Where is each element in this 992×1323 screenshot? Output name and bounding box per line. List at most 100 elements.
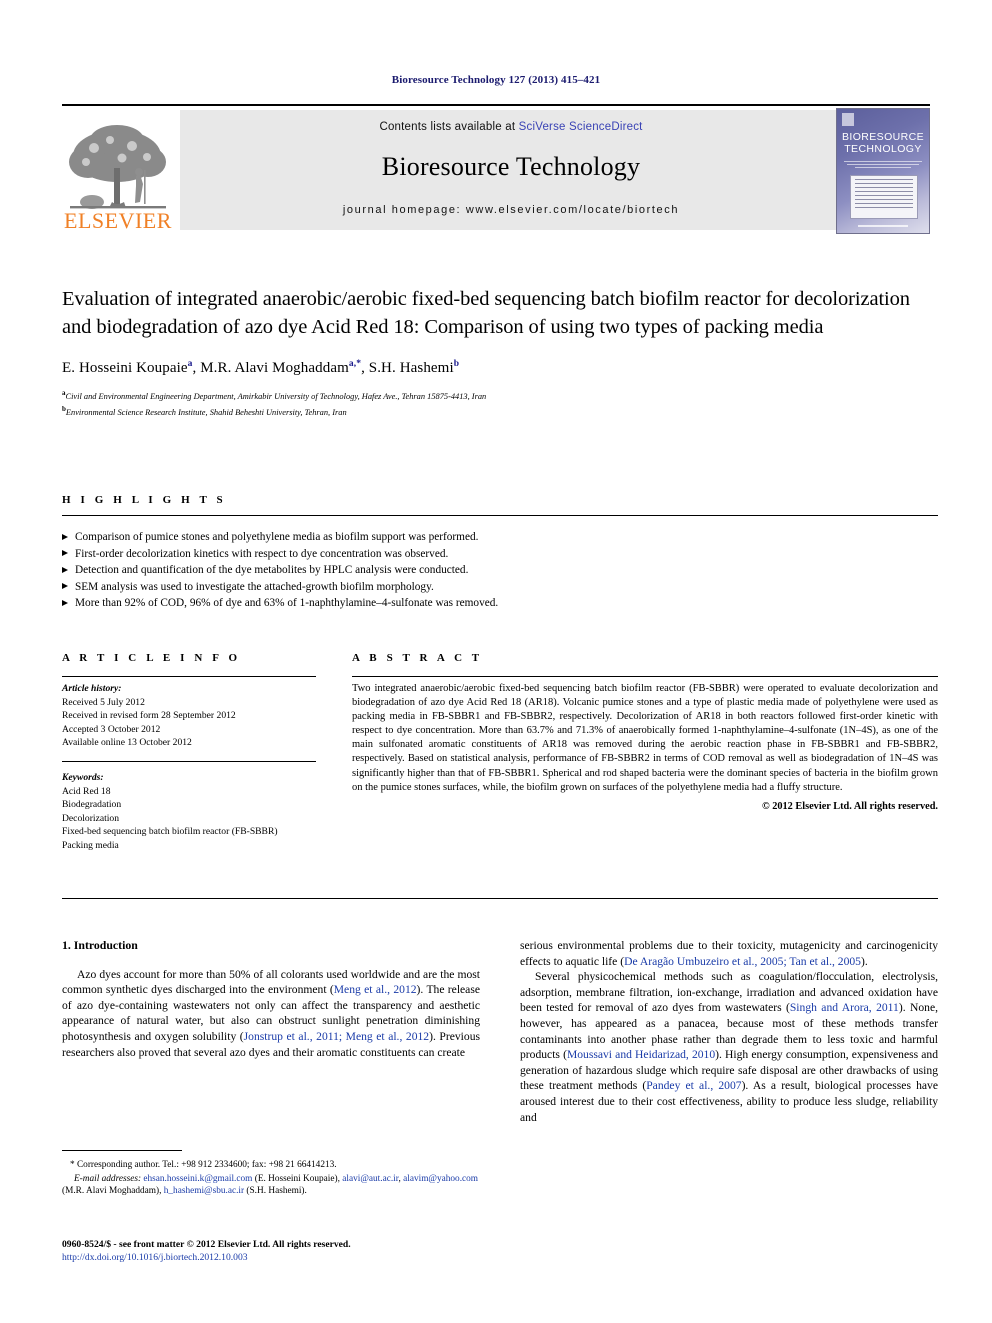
highlight-text: Comparison of pumice stones and polyethy… — [75, 531, 479, 543]
citation-aragao[interactable]: De Aragão Umbuzeiro et al., 2005; Tan et… — [624, 955, 861, 968]
author-3-affil-marker: b — [453, 359, 460, 369]
issn-line: 0960-8524/$ - see front matter © 2012 El… — [62, 1239, 351, 1250]
citation-singh[interactable]: Singh and Arora, 2011 — [790, 1001, 899, 1014]
title-block: Evaluation of integrated anaerobic/aerob… — [62, 285, 938, 419]
article-info-heading: A R T I C L E I N F O — [62, 652, 241, 664]
article-title: Evaluation of integrated anaerobic/aerob… — [62, 288, 910, 338]
info-abstract-section: A R T I C L E I N F O A B S T R A C T Ar… — [62, 652, 938, 851]
email-link-1[interactable]: ehsan.hosseini.k@gmail.com — [143, 1174, 252, 1184]
article-page: Bioresource Technology 127 (2013) 415–42… — [0, 0, 992, 1323]
keywords-divider — [62, 760, 316, 762]
abstract-rule — [352, 676, 938, 677]
email-link-2[interactable]: alavi@aut.ac.ir — [342, 1174, 398, 1184]
cover-title-line2: TECHNOLOGY — [844, 142, 922, 155]
doi-link[interactable]: http://dx.doi.org/10.1016/j.biortech.201… — [62, 1251, 522, 1264]
keyword-item: Acid Red 18 — [62, 785, 111, 797]
cover-subtitle-lines — [844, 159, 922, 172]
introduction-heading: 1. Introduction — [62, 938, 138, 952]
corresponding-author-note: * Corresponding author. Tel.: +98 912 23… — [70, 1160, 337, 1170]
running-head: Bioresource Technology 127 (2013) 415–42… — [391, 74, 601, 86]
bullet-triangle-icon — [62, 533, 68, 540]
contents-line: Contents lists available at SciVerse Sci… — [180, 121, 842, 133]
body-column-right: serious environmental problems due to th… — [520, 938, 938, 1125]
author-1: E. Hosseini Koupaie — [62, 360, 188, 376]
abstract-column: Two integrated anaerobic/aerobic fixed-b… — [352, 682, 938, 814]
email-link-4[interactable]: h_hashemi@sbu.ac.ir — [164, 1186, 244, 1196]
footnote-rule — [62, 1150, 182, 1151]
highlights-list: Comparison of pumice stones and polyethy… — [62, 529, 938, 612]
email-owner-1: (E. Hosseini Koupaie), — [252, 1173, 343, 1184]
abstract-copyright: © 2012 Elsevier Ltd. All rights reserved… — [761, 800, 938, 812]
keyword-item: Biodegradation — [62, 799, 122, 811]
cover-title-line1: BIORESOURCE — [842, 131, 924, 143]
journal-cover-thumbnail: BIORESOURCE TECHNOLOGY — [836, 108, 930, 234]
highlight-item: Detection and quantification of the dye … — [62, 562, 938, 579]
info-abstract-rules — [62, 672, 938, 682]
info-abstract-bottom-rule — [62, 898, 938, 899]
highlight-text: More than 92% of COD, 96% of dye and 63%… — [75, 597, 499, 610]
body-column-left: 1. Introduction Azo dyes account for mor… — [62, 938, 480, 1060]
author-1-affil-marker: a — [187, 359, 193, 369]
history-online: Available online 13 October 2012 — [62, 737, 192, 749]
abstract-heading: A B S T R A C T — [352, 652, 483, 664]
bullet-triangle-icon — [62, 550, 68, 557]
article-info-rule — [62, 676, 316, 677]
intro-paragraph-1-cont: serious environmental problems due to th… — [520, 938, 938, 969]
affil-a-text: Civil and Environmental Engineering Depa… — [65, 391, 487, 401]
affiliations: aCivil and Environmental Engineering Dep… — [62, 387, 938, 419]
author-2: M.R. Alavi Moghaddam — [200, 360, 349, 376]
citation-pandey[interactable]: Pandey et al., 2007 — [646, 1079, 741, 1092]
keyword-item: Fixed-bed sequencing batch biofilm react… — [62, 826, 278, 838]
journal-title: Bioresource Technology — [381, 152, 641, 181]
citation-moussavi[interactable]: Moussavi and Heidarizad, 2010 — [567, 1048, 715, 1061]
author-2-affil-marker: a,* — [348, 359, 362, 369]
imprint-block: 0960-8524/$ - see front matter © 2012 El… — [62, 1238, 522, 1264]
elsevier-wordmark: ELSEVIER — [64, 208, 172, 232]
affil-b-text: Environmental Science Research Institute… — [65, 408, 347, 417]
history-revised: Received in revised form 28 September 20… — [62, 710, 236, 722]
highlight-text: First-order decolorization kinetics with… — [75, 547, 449, 560]
highlight-text: Detection and quantification of the dye … — [75, 564, 469, 577]
highlight-item: First-order decolorization kinetics with… — [62, 546, 938, 563]
email-addresses-note: E-mail addresses: ehsan.hosseini.k@gmail… — [62, 1173, 480, 1198]
keywords-label: Keywords: — [62, 771, 104, 783]
email-owner-4: (S.H. Hashemi). — [244, 1186, 307, 1197]
cover-figure-box — [850, 175, 918, 219]
bullet-triangle-icon — [62, 599, 68, 606]
highlights-section: H I G H L I G H T S Comparison of pumice… — [62, 494, 938, 612]
highlight-item: SEM analysis was used to investigate the… — [62, 579, 938, 596]
elsevier-logo: ELSEVIER — [62, 110, 174, 232]
author-3: S.H. Hashemi — [368, 360, 454, 376]
cover-title: BIORESOURCE TECHNOLOGY — [841, 131, 925, 155]
history-accepted: Accepted 3 October 2012 — [62, 723, 161, 735]
journal-homepage[interactable]: journal homepage: www.elsevier.com/locat… — [180, 204, 842, 216]
article-info-column: Article history: Received 5 July 2012 Re… — [62, 682, 324, 853]
intro-paragraph-2: Several physicochemical methods such as … — [520, 969, 938, 1125]
history-received: Received 5 July 2012 — [62, 696, 145, 708]
affiliation-b: bEnvironmental Science Research Institut… — [62, 403, 938, 419]
abstract-text: Two integrated anaerobic/aerobic fixed-b… — [352, 683, 938, 793]
highlight-item: More than 92% of COD, 96% of dye and 63%… — [62, 595, 938, 612]
footnote-block: * Corresponding author. Tel.: +98 912 23… — [62, 1150, 480, 1198]
intro-right-part2: ). — [860, 954, 868, 968]
contents-prefix: Contents lists available at — [379, 121, 519, 133]
bullet-triangle-icon — [62, 583, 68, 590]
journal-masthead: ELSEVIER Contents lists available at Sci… — [62, 104, 930, 234]
affiliation-a: aCivil and Environmental Engineering Dep… — [62, 387, 938, 403]
citation-meng[interactable]: Meng et al., 2012 — [334, 983, 417, 996]
article-history-label: Article history: — [62, 683, 122, 694]
sciencedirect-link[interactable]: SciVerse ScienceDirect — [519, 121, 643, 133]
cover-footer-lines — [847, 224, 919, 229]
info-abstract-headings: A R T I C L E I N F O A B S T R A C T — [62, 652, 938, 672]
keyword-item: Packing media — [62, 839, 119, 851]
highlight-item: Comparison of pumice stones and polyethy… — [62, 529, 938, 546]
email-label: E-mail addresses: — [74, 1173, 142, 1184]
highlights-rule — [62, 515, 938, 516]
cover-elsevier-mark — [842, 113, 854, 126]
masthead-center: Contents lists available at SciVerse Sci… — [180, 110, 842, 230]
citation-jonstrup[interactable]: Jonstrup et al., 2011; Meng et al., 2012 — [244, 1030, 429, 1043]
body-columns: 1. Introduction Azo dyes account for mor… — [62, 938, 938, 1268]
bullet-triangle-icon — [62, 566, 68, 573]
author-list: E. Hosseini Koupaiea, M.R. Alavi Moghadd… — [62, 359, 460, 376]
email-link-3[interactable]: alavim@yahoo.com — [403, 1174, 478, 1184]
